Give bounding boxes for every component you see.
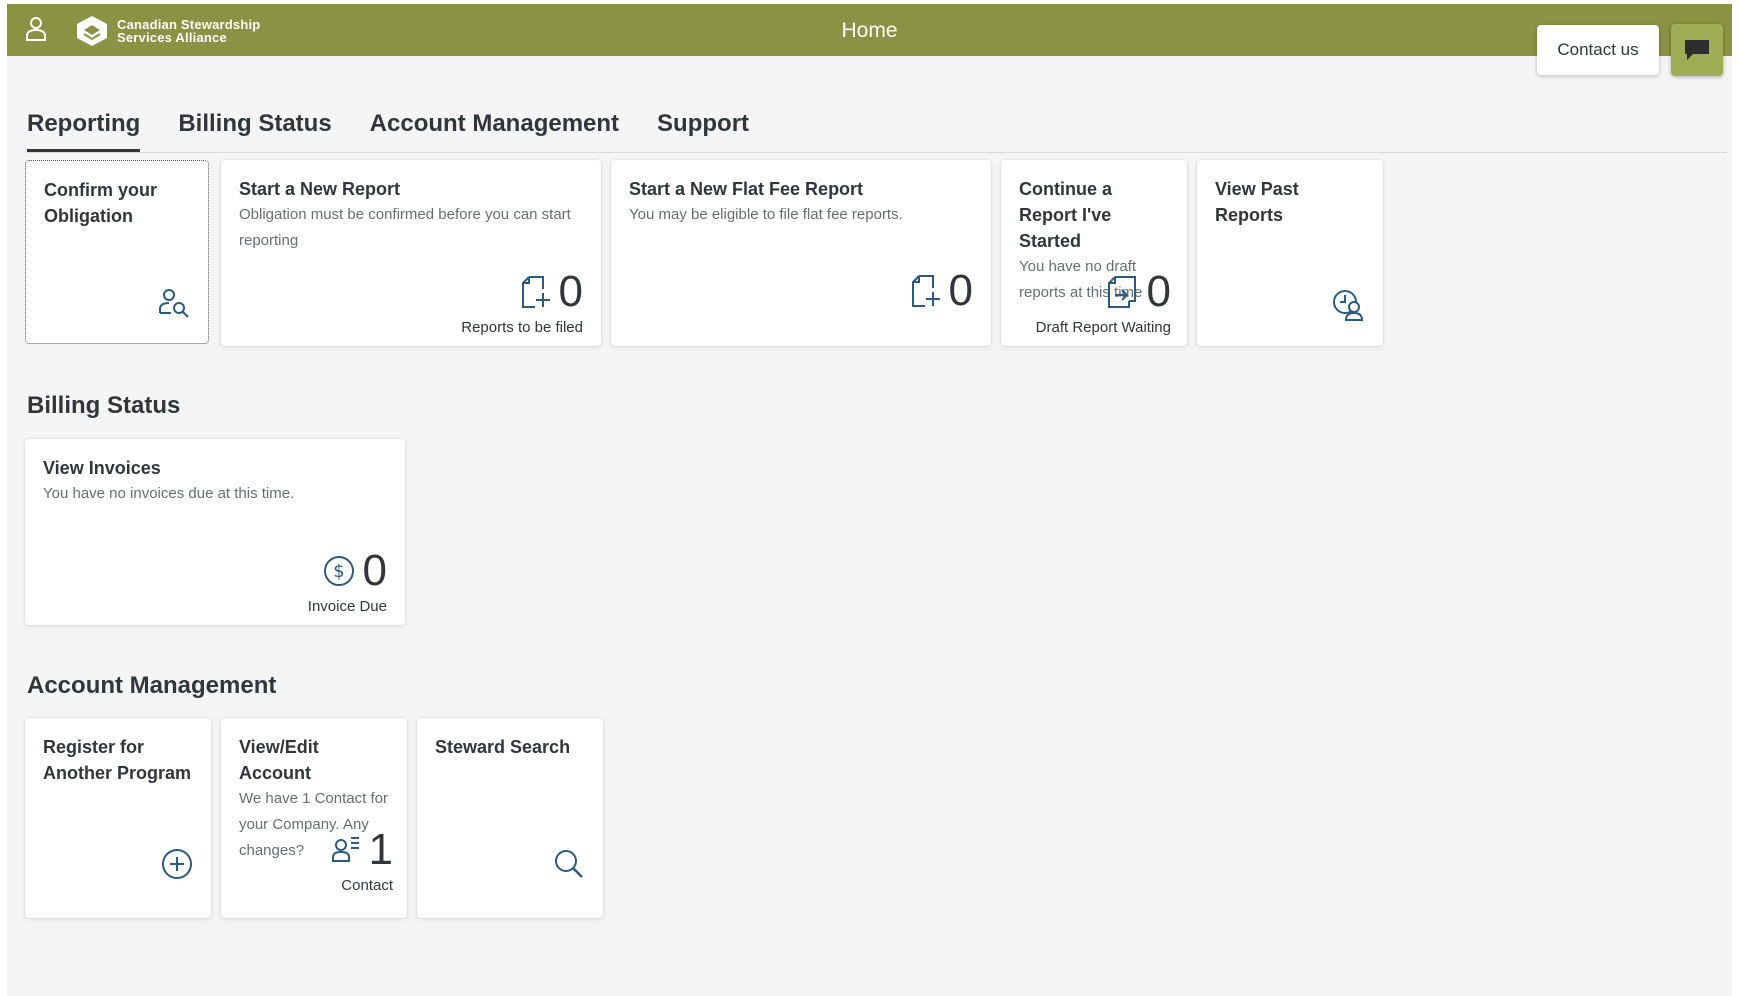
search-icon: [553, 848, 585, 880]
user-search-icon: [158, 287, 190, 319]
kpi-unit: Draft Report Waiting: [1035, 319, 1171, 336]
tile-continue-report[interactable]: Continue a Report I've Started You have …: [1001, 160, 1187, 346]
document-arrow-icon: [1105, 275, 1139, 309]
add-document-icon: [911, 274, 941, 308]
tile-register-program[interactable]: Register for Another Program: [25, 718, 211, 918]
tile-title: Start a New Report: [239, 179, 401, 199]
tab-account-management[interactable]: Account Management: [370, 110, 619, 152]
tile-title: View Past Reports: [1215, 179, 1299, 225]
tile-steward-search[interactable]: Steward Search: [417, 718, 603, 918]
tile-view-edit-account[interactable]: View/Edit Account We have 1 Contact for …: [221, 718, 407, 918]
tile-start-new-report[interactable]: Start a New Report Obligation must be co…: [221, 160, 601, 346]
add-document-icon: [521, 275, 551, 309]
section-title-billing: Billing Status: [27, 392, 181, 419]
chat-button[interactable]: [1671, 24, 1723, 76]
tab-bar: Reporting Billing Status Account Managem…: [27, 110, 787, 152]
kpi-unit: Invoice Due: [307, 598, 387, 615]
dollar-icon: $: [323, 555, 355, 587]
tab-support[interactable]: Support: [657, 110, 749, 152]
chat-icon: [1683, 38, 1711, 62]
contact-us-button[interactable]: Contact us: [1537, 25, 1659, 75]
tab-divider: [27, 152, 1727, 153]
tile-title: Start a New Flat Fee Report: [629, 179, 864, 199]
tile-kpi: $ 0 Invoice Due: [307, 546, 387, 616]
kpi-unit: Reports to be filed: [461, 319, 583, 336]
kpi-value: 0: [558, 267, 583, 316]
tile-subtitle: You have no invoices due at this time.: [43, 485, 295, 502]
kpi-value: 0: [948, 266, 973, 315]
tile-flat-fee-report[interactable]: Start a New Flat Fee Report You may be e…: [611, 160, 991, 346]
tile-view-past-reports[interactable]: View Past Reports: [1197, 160, 1383, 346]
tile-kpi: 0: [911, 268, 973, 314]
tile-view-invoices[interactable]: View Invoices You have no invoices due a…: [25, 439, 405, 625]
tile-subtitle: You may be eligible to file flat fee rep…: [629, 206, 903, 223]
kpi-value: 0: [1146, 267, 1171, 316]
tile-title: Confirm your Obligation: [44, 180, 158, 226]
tile-kpi: 0 Reports to be filed: [461, 267, 583, 337]
tab-reporting[interactable]: Reporting: [27, 110, 141, 152]
add-circle-icon: [161, 848, 193, 880]
svg-text:$: $: [333, 561, 344, 582]
section-title-account: Account Management: [27, 672, 277, 699]
app-frame: Canadian Stewardship Services Alliance H…: [7, 4, 1732, 996]
tile-confirm-obligation[interactable]: Confirm your Obligation: [25, 160, 209, 344]
tile-title: View Invoices: [43, 458, 161, 478]
tile-title: View/Edit Account: [239, 737, 319, 783]
tab-billing-status[interactable]: Billing Status: [178, 110, 331, 152]
tile-subtitle: Obligation must be confirmed before you …: [239, 206, 571, 249]
page-title: Home: [841, 19, 898, 42]
kpi-unit: Contact: [341, 877, 393, 894]
tile-title: Steward Search: [435, 737, 571, 757]
tile-title: Register for Another Program: [43, 737, 192, 783]
history-user-icon: [1331, 288, 1365, 322]
tile-kpi: 1 Contact: [331, 827, 393, 894]
kpi-value: 0: [362, 546, 387, 595]
user-list-icon: [331, 835, 361, 865]
shell-bar: Canadian Stewardship Services Alliance H…: [7, 4, 1732, 56]
kpi-value: 1: [368, 825, 393, 874]
tile-title: Continue a Report I've Started: [1019, 179, 1112, 251]
tile-kpi: 0 Draft Report Waiting: [1035, 267, 1171, 337]
